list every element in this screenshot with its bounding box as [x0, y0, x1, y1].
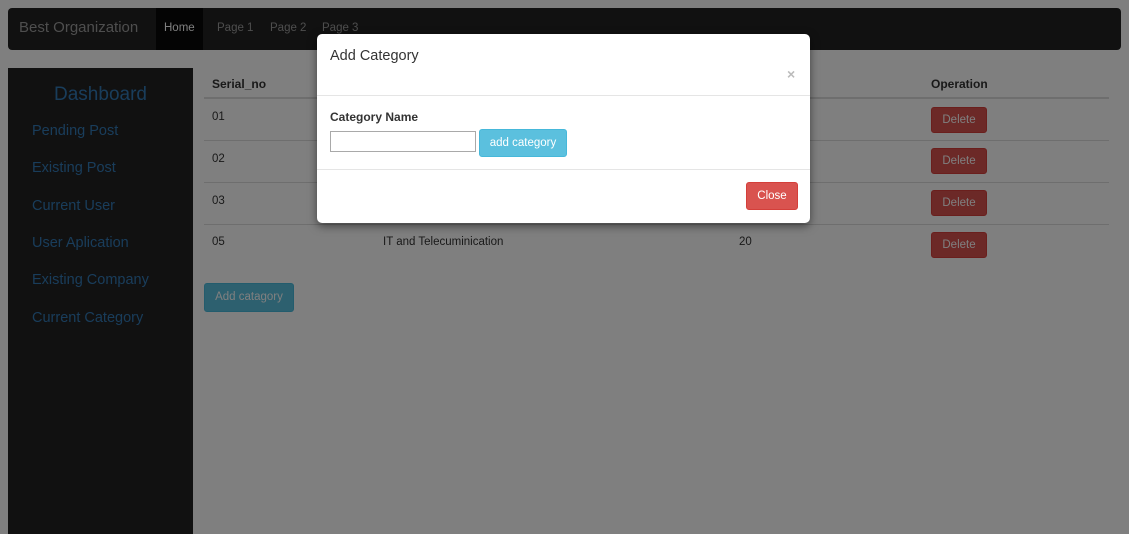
submit-category-button[interactable]: add category [479, 129, 567, 157]
category-name-label: Category Name [330, 110, 419, 124]
modal-header [317, 34, 810, 96]
category-name-input[interactable] [330, 131, 476, 152]
add-category-modal: Add Category × Category Name add categor… [317, 34, 810, 223]
modal-title: Add Category [330, 48, 419, 64]
close-modal-button[interactable]: Close [746, 182, 798, 210]
close-icon[interactable]: × [787, 66, 795, 82]
modal-footer [317, 169, 810, 224]
